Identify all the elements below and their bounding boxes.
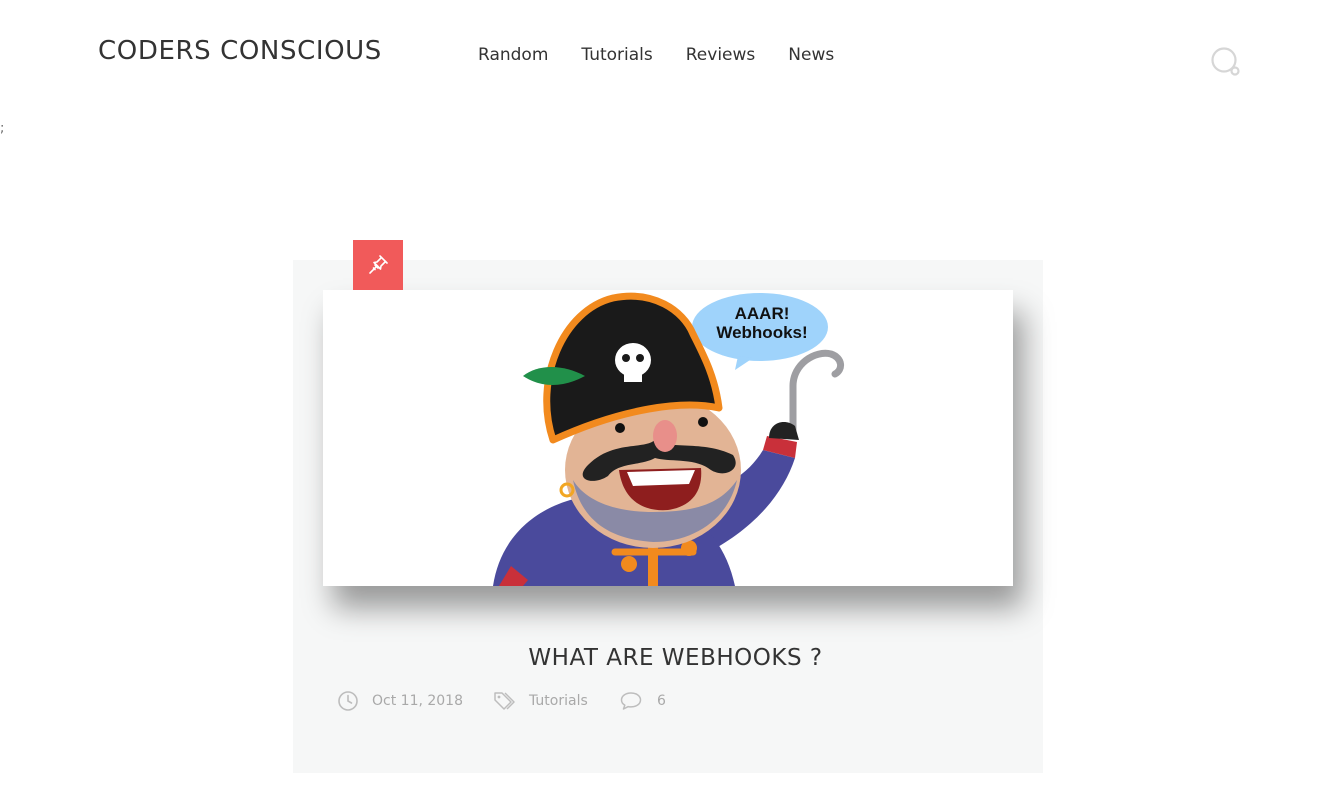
search-button[interactable]: [1210, 46, 1242, 78]
search-icon: [1211, 47, 1240, 76]
nav-item-tutorials[interactable]: Tutorials: [581, 45, 652, 65]
post-comments: 6: [619, 690, 666, 712]
post-date: Oct 11, 2018: [337, 690, 463, 712]
speech-bubble-line-2: Webhooks!: [716, 323, 807, 342]
post-comments-count[interactable]: 6: [657, 693, 666, 709]
sticky-post-badge: [353, 240, 403, 290]
post-thumbnail[interactable]: AAAR! Webhooks!: [323, 290, 1013, 586]
nav-item-reviews[interactable]: Reviews: [686, 45, 756, 65]
post-category: Tutorials: [493, 690, 588, 712]
tag-icon: [494, 692, 515, 710]
post-title[interactable]: WHAT ARE WEBHOOKS ?: [293, 645, 1058, 671]
post-category-link[interactable]: Tutorials: [529, 693, 588, 709]
comment-icon: [620, 692, 642, 710]
pirate-webhooks-illustration: AAAR! Webhooks!: [493, 292, 844, 586]
pushpin-icon: [369, 255, 388, 274]
nav-item-random[interactable]: Random: [478, 45, 548, 65]
post-date-text: Oct 11, 2018: [372, 693, 463, 709]
site-title[interactable]: CODERS CONSCIOUS: [98, 36, 382, 66]
speech-bubble-line-1: AAAR!: [735, 304, 790, 323]
main-nav: Random Tutorials Reviews News: [478, 45, 867, 65]
nav-item-news[interactable]: News: [788, 45, 834, 65]
clock-icon: [338, 691, 358, 711]
stray-text: ;: [0, 121, 5, 136]
